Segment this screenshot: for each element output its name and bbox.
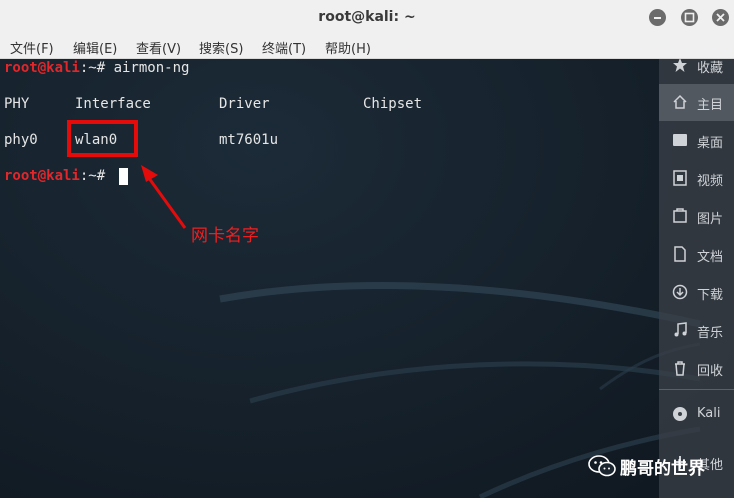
- watermark: 鹏哥的世界: [588, 452, 734, 479]
- minimize-icon: [654, 17, 661, 19]
- menu-terminal[interactable]: 终端(T): [262, 38, 306, 57]
- maximize-button[interactable]: [681, 9, 698, 26]
- menu-bar: 文件(F) 编辑(E) 查看(V) 搜索(S) 终端(T) 帮助(H): [0, 36, 734, 59]
- window-title: root@kali: ~: [318, 9, 416, 25]
- menu-help[interactable]: 帮助(H): [325, 38, 371, 57]
- watermark-text: 鹏哥的世界: [620, 459, 705, 479]
- wechat-icon: [588, 455, 616, 477]
- annotation-label: 网卡名字: [191, 226, 259, 246]
- minimize-button[interactable]: [649, 9, 666, 26]
- menu-edit[interactable]: 编辑(E): [73, 38, 117, 57]
- close-icon: [716, 13, 725, 22]
- arrow-icon: [141, 165, 187, 229]
- terminal-area[interactable]: 收藏 主目 桌面 视频 图片 文档 下载 音乐 回收 Kali 其他 root@…: [0, 59, 734, 498]
- menu-view[interactable]: 查看(V): [136, 38, 181, 57]
- maximize-icon: [684, 12, 695, 23]
- menu-search[interactable]: 搜索(S): [199, 38, 243, 57]
- title-bar: root@kali: ~: [0, 0, 734, 36]
- menu-file[interactable]: 文件(F): [10, 38, 54, 57]
- close-button[interactable]: [712, 9, 729, 26]
